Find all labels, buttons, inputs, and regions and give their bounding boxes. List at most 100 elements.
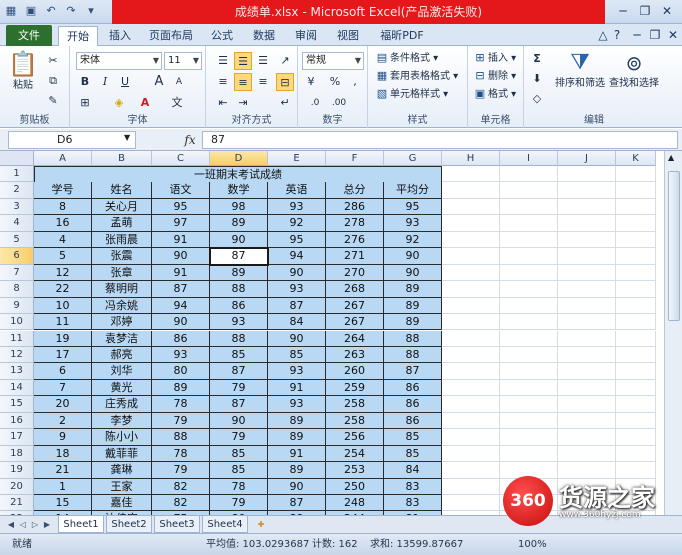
empty-cell[interactable] <box>442 248 500 265</box>
table-cell[interactable]: 8 <box>34 198 92 216</box>
table-cell[interactable]: 嘉佳 <box>92 495 152 512</box>
table-cell[interactable]: 93 <box>268 198 326 216</box>
table-cell[interactable]: 孟萌 <box>92 215 152 232</box>
fill-icon[interactable]: ⬇ <box>528 70 546 88</box>
tab-formulas[interactable]: 公式 <box>204 26 240 46</box>
empty-cell[interactable] <box>558 412 616 430</box>
empty-cell[interactable] <box>500 215 558 232</box>
next-sheet-icon[interactable]: ▷ <box>30 518 40 532</box>
table-cell[interactable]: 89 <box>268 429 326 446</box>
tab-file[interactable]: 文件 <box>6 25 52 46</box>
empty-cell[interactable] <box>500 182 558 199</box>
decrease-indent-icon[interactable]: ⇤ <box>214 94 232 112</box>
table-cell[interactable]: 90 <box>210 412 268 430</box>
table-cell[interactable]: 79 <box>152 462 210 479</box>
empty-cell[interactable] <box>616 297 656 315</box>
font-size-select[interactable]: 11 ▼ <box>164 52 202 70</box>
empty-cell[interactable] <box>442 281 500 298</box>
empty-cell[interactable] <box>442 182 500 199</box>
table-cell[interactable]: 83 <box>384 495 442 512</box>
empty-cell[interactable] <box>500 346 558 364</box>
table-cell[interactable]: 黄光 <box>92 379 152 397</box>
empty-cell[interactable] <box>500 314 558 331</box>
empty-cell[interactable] <box>558 445 616 463</box>
table-cell[interactable]: 79 <box>152 412 210 430</box>
table-cell[interactable]: 87 <box>210 396 268 413</box>
empty-cell[interactable] <box>558 330 616 347</box>
clear-icon[interactable]: ◇ <box>528 90 546 108</box>
sort-filter-button[interactable]: ⧩ 排序和筛选 <box>554 50 606 92</box>
table-cell[interactable]: 98 <box>210 198 268 216</box>
table-cell[interactable]: 18 <box>34 445 92 463</box>
table-cell[interactable]: 9 <box>34 429 92 446</box>
table-cell[interactable]: 10 <box>34 297 92 315</box>
table-cell[interactable]: 254 <box>326 445 384 463</box>
percent-button[interactable]: % <box>326 73 344 91</box>
column-header-f[interactable]: F <box>326 151 384 166</box>
table-cell[interactable]: 19 <box>34 330 92 347</box>
table-cell[interactable]: 冯余姚 <box>92 297 152 315</box>
row-header[interactable]: 4 <box>0 215 34 232</box>
empty-cell[interactable] <box>500 429 558 446</box>
scroll-up-icon[interactable]: ▲ <box>668 153 674 162</box>
increase-indent-icon[interactable]: ⇥ <box>234 94 252 112</box>
row-header[interactable]: 13 <box>0 363 34 380</box>
empty-cell[interactable] <box>558 215 616 232</box>
table-cell[interactable]: 88 <box>384 346 442 364</box>
orientation-icon[interactable]: ↗ <box>276 52 294 70</box>
comma-button[interactable]: , <box>346 73 364 91</box>
table-cell[interactable]: 260 <box>326 363 384 380</box>
tab-review[interactable]: 审阅 <box>288 26 324 46</box>
table-cell[interactable]: 258 <box>326 396 384 413</box>
table-cell[interactable]: 264 <box>326 330 384 347</box>
table-cell[interactable]: 271 <box>326 248 384 265</box>
empty-cell[interactable] <box>558 248 616 265</box>
table-cell[interactable]: 86 <box>152 330 210 347</box>
phonetic-icon[interactable]: 文 <box>168 94 186 112</box>
table-cell[interactable]: 93 <box>268 396 326 413</box>
table-cell[interactable]: 95 <box>268 231 326 249</box>
table-cell[interactable]: 90 <box>384 264 442 282</box>
increase-decimal-icon[interactable]: .0 <box>306 94 324 112</box>
table-cell[interactable]: 12 <box>34 264 92 282</box>
table-cell[interactable]: 2 <box>34 412 92 430</box>
table-cell[interactable]: 95 <box>152 198 210 216</box>
table-cell[interactable]: 关心月 <box>92 198 152 216</box>
table-cell[interactable]: 86 <box>210 297 268 315</box>
conditional-format-button[interactable]: ▤ 条件格式 ▾ <box>374 50 438 67</box>
table-cell[interactable]: 268 <box>326 281 384 298</box>
empty-cell[interactable] <box>616 445 656 463</box>
number-format-select[interactable]: 常规 ▼ <box>302 52 364 70</box>
table-cell[interactable]: 85 <box>384 445 442 463</box>
row-header[interactable]: 16 <box>0 412 34 430</box>
delete-cells-button[interactable]: ⊟ 删除 ▾ <box>472 68 516 85</box>
table-cell[interactable]: 91 <box>268 379 326 397</box>
table-cell[interactable]: 87 <box>152 281 210 298</box>
table-cell[interactable]: 82 <box>152 495 210 512</box>
sheet-tab-2[interactable]: Sheet2 <box>106 516 152 533</box>
table-cell[interactable]: 15 <box>34 495 92 512</box>
table-cell[interactable]: 90 <box>268 330 326 347</box>
table-cell[interactable]: 80 <box>152 363 210 380</box>
empty-cell[interactable] <box>442 429 500 446</box>
table-cell[interactable]: 79 <box>210 429 268 446</box>
table-cell[interactable]: 263 <box>326 346 384 364</box>
redo-icon[interactable]: ↷ <box>64 4 78 18</box>
cut-icon[interactable]: ✂ <box>44 52 62 70</box>
empty-cell[interactable] <box>500 166 558 183</box>
table-cell[interactable]: 龚琳 <box>92 462 152 479</box>
empty-cell[interactable] <box>616 396 656 413</box>
table-cell[interactable]: 87 <box>268 495 326 512</box>
empty-cell[interactable] <box>442 198 500 216</box>
last-sheet-icon[interactable]: ▶ <box>42 518 52 532</box>
fill-color-icon[interactable]: ◈ <box>110 94 128 112</box>
column-header-e[interactable]: E <box>268 151 326 166</box>
empty-cell[interactable] <box>616 363 656 380</box>
row-header[interactable]: 6 <box>0 248 34 265</box>
table-cell[interactable]: 267 <box>326 314 384 331</box>
table-cell[interactable]: 87 <box>268 297 326 315</box>
empty-cell[interactable] <box>616 281 656 298</box>
table-cell[interactable]: 250 <box>326 478 384 495</box>
tab-home[interactable]: 开始 <box>58 26 98 46</box>
row-header[interactable]: 15 <box>0 396 34 413</box>
